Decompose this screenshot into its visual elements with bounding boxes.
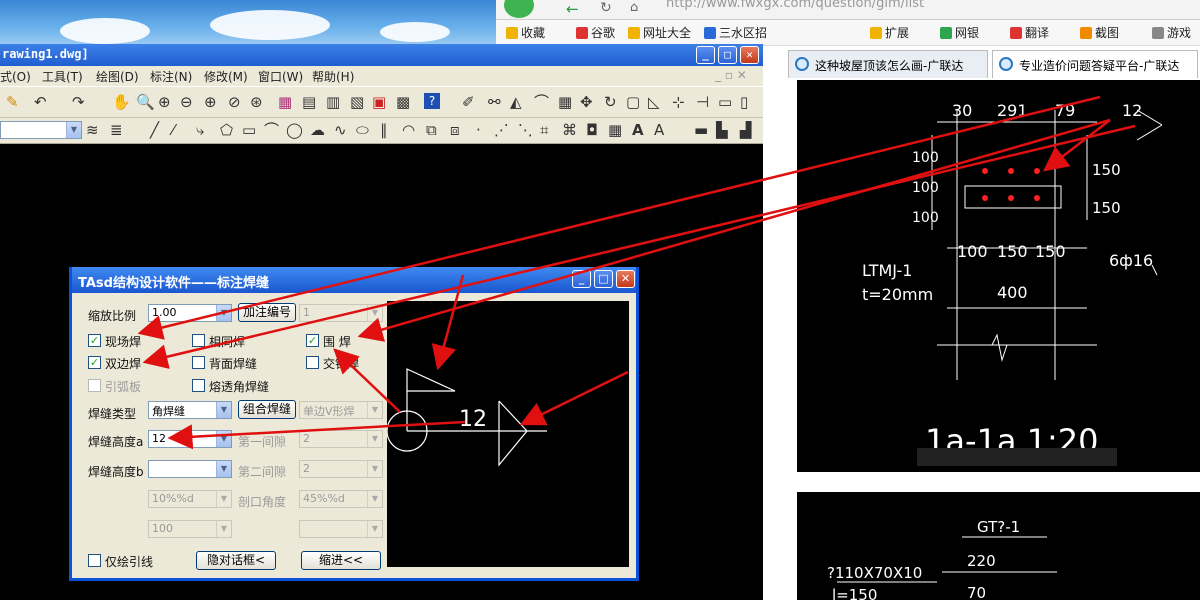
annotation-arrows bbox=[137, 95, 1136, 450]
